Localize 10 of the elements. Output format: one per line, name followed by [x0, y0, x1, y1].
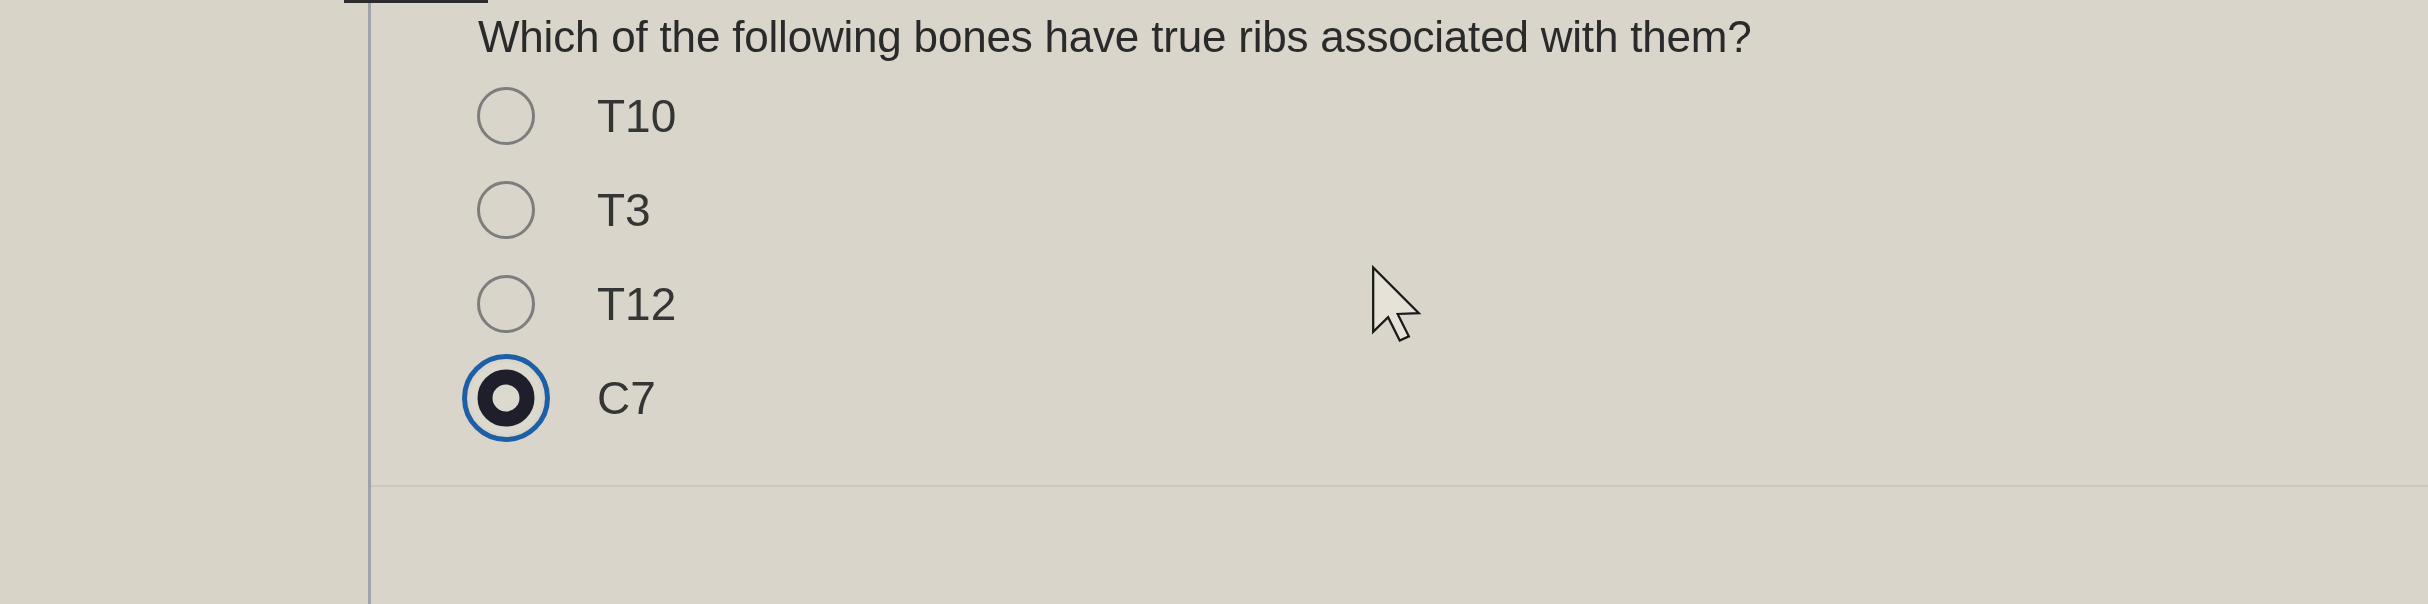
radio-button[interactable]	[477, 87, 535, 145]
radio-button[interactable]	[462, 354, 550, 442]
radio-button[interactable]	[477, 275, 535, 333]
option-label[interactable]: T3	[597, 183, 651, 237]
question-text: Which of the following bones have true ribs associated with them?	[478, 11, 1753, 62]
radio-button[interactable]	[477, 181, 535, 239]
pointer-cursor-icon	[1370, 265, 1422, 343]
option-label[interactable]: T10	[597, 89, 677, 143]
option-label[interactable]: T12	[597, 277, 677, 331]
option-label[interactable]: C7	[597, 371, 656, 425]
